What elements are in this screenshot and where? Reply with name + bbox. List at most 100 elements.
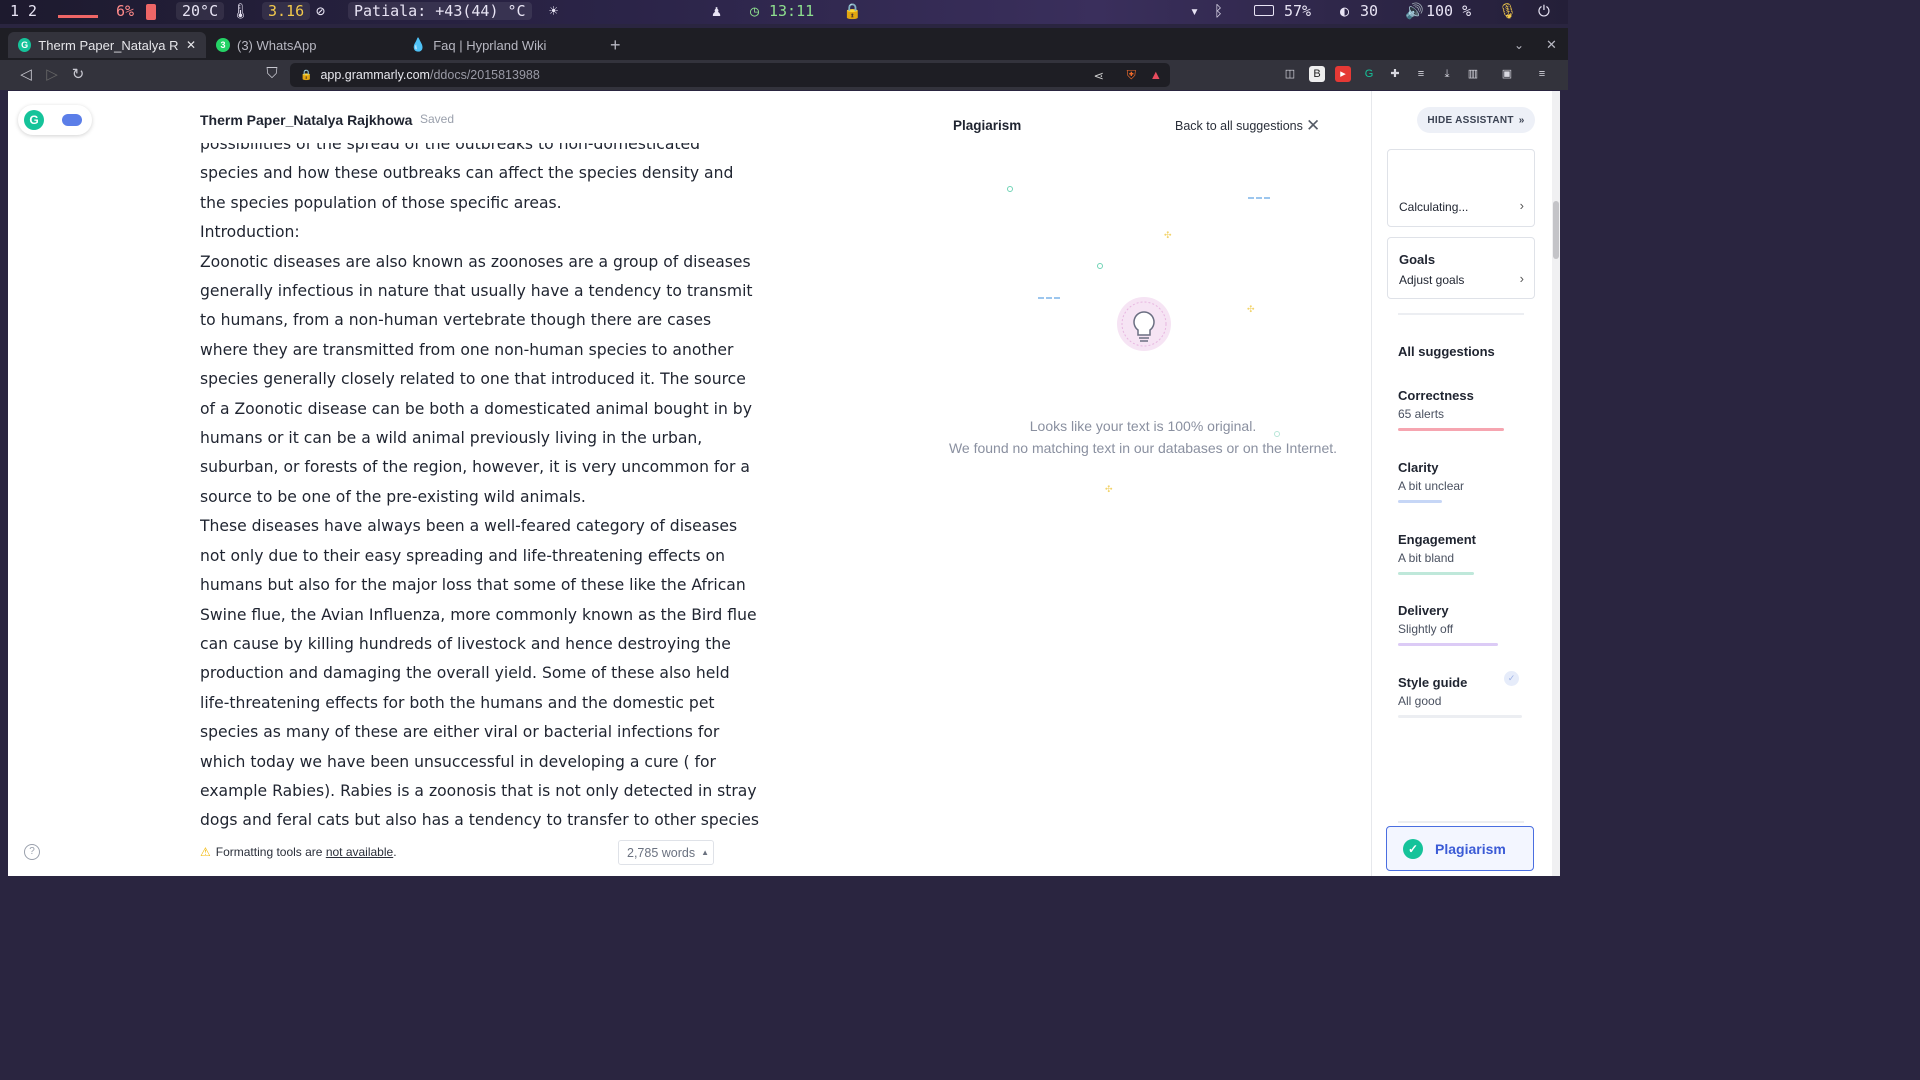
- tab-close-icon[interactable]: ✕: [186, 38, 196, 52]
- clock-time: 13:11: [769, 2, 815, 20]
- category-subtitle: A bit bland: [1398, 551, 1455, 565]
- tab-hyprland-wiki[interactable]: 💧 Faq | Hyprland Wiki: [400, 32, 596, 58]
- system-status-bar: 1 2 6% 20°C 🌡 3.16 ⊘ Patiala: +43(44) °C…: [0, 0, 1568, 24]
- temperature-readout: 20°C: [176, 2, 225, 20]
- workspace-indicator[interactable]: 1 2: [10, 2, 37, 20]
- category-bar: [1398, 715, 1522, 718]
- decoration-dot-icon: [1007, 186, 1013, 192]
- thermometer-icon: 🌡: [231, 2, 251, 20]
- hide-assistant-button[interactable]: HIDE ASSISTANT »: [1417, 107, 1535, 133]
- scrollbar-thumb[interactable]: [1553, 201, 1559, 259]
- goals-subtitle: Adjust goals: [1399, 273, 1465, 287]
- save-status: Saved: [420, 112, 455, 126]
- not-available-link[interactable]: not available: [326, 845, 393, 859]
- category-title: Correctness: [1398, 388, 1474, 403]
- youtube-extension-icon[interactable]: ▸: [1335, 66, 1351, 82]
- new-tab-button[interactable]: +: [600, 32, 631, 58]
- grammarly-extension-icon[interactable]: G: [1361, 66, 1377, 82]
- toggle-switch-icon[interactable]: [62, 114, 82, 126]
- volume-level: 100 %: [1426, 2, 1472, 20]
- menu-icon[interactable]: ≡: [1534, 66, 1550, 82]
- category-correctness[interactable]: Correctness 65 alerts: [1398, 388, 1528, 431]
- window-close-icon[interactable]: ✕: [1536, 32, 1567, 58]
- cpu-usage: 6%: [116, 2, 135, 20]
- reload-icon[interactable]: ↻: [68, 65, 88, 83]
- wifi-icon[interactable]: ▾: [1190, 2, 1199, 20]
- brave-shield-icon[interactable]: ⛨: [1127, 68, 1136, 83]
- page-scrollbar[interactable]: [1552, 91, 1560, 876]
- overall-score-card[interactable]: Calculating... ›: [1387, 149, 1535, 227]
- notice-text: Formatting tools are: [215, 845, 326, 859]
- back-to-suggestions-link[interactable]: Back to all suggestions: [1175, 119, 1303, 133]
- paragraph: These diseases have always been a well-f…: [200, 517, 759, 830]
- extension-icon[interactable]: ◫: [1282, 66, 1298, 82]
- plagiarism-button-label: Plagiarism: [1435, 840, 1506, 857]
- check-icon: ✓: [1504, 671, 1519, 686]
- weather-readout: Patiala: +43(44) °C: [348, 2, 532, 20]
- decoration-dash-icon: [1248, 197, 1270, 199]
- lightbulb-icon: [1116, 296, 1172, 352]
- tab-list-chevron-icon[interactable]: ⌄: [1504, 32, 1534, 58]
- close-icon[interactable]: ✕: [1306, 116, 1320, 136]
- plagiarism-button[interactable]: ✓ Plagiarism: [1386, 826, 1534, 871]
- plagiarism-result-message: Looks like your text is 100% original. W…: [938, 415, 1348, 459]
- grammarly-logo-icon: G: [24, 110, 44, 130]
- puzzle-icon[interactable]: ✚: [1387, 66, 1403, 82]
- address-bar[interactable]: 🔒 app.grammarly.com/ddocs/2015813988 ⋖ ⛨…: [290, 63, 1170, 87]
- tab-whatsapp[interactable]: 3 (3) WhatsApp: [206, 32, 402, 58]
- tab-grammarly[interactable]: G Therm Paper_Natalya Rajk ✕: [8, 32, 206, 58]
- memory-icon: [146, 4, 156, 20]
- droplet-favicon-icon: 💧: [410, 37, 427, 52]
- browser-tab-bar: G Therm Paper_Natalya Rajk ✕ 3 (3) Whats…: [0, 28, 1568, 60]
- grammarly-favicon-icon: G: [18, 38, 32, 52]
- help-icon[interactable]: ?: [24, 844, 40, 860]
- category-subtitle: Slightly off: [1398, 622, 1454, 636]
- paragraph: possibilities of the spread of the outbr…: [200, 143, 734, 212]
- decoration-sparkle-icon: ✣: [1164, 230, 1172, 240]
- plagiarism-panel-title: Plagiarism: [953, 118, 1022, 133]
- power-icon[interactable]: ⏻: [1538, 2, 1550, 20]
- forward-arrow-icon[interactable]: ▷: [42, 65, 62, 83]
- url-path: /ddocs/2015813988: [429, 68, 540, 82]
- volume-icon[interactable]: 🔊: [1405, 2, 1424, 20]
- category-title: Engagement: [1398, 532, 1477, 547]
- chevron-right-icon: ›: [1519, 271, 1524, 286]
- category-bar: [1398, 428, 1504, 431]
- goals-card[interactable]: Goals Adjust goals ›: [1387, 237, 1535, 299]
- document-title[interactable]: Therm Paper_Natalya Rajkhowa: [200, 112, 412, 128]
- document-body[interactable]: possibilities of the spread of the outbr…: [200, 143, 760, 831]
- playlist-icon[interactable]: ≡: [1413, 66, 1429, 82]
- result-line-2: We found no matching text in our databas…: [948, 440, 1338, 456]
- grammarly-toggle[interactable]: G: [18, 105, 92, 135]
- bookmark-icon[interactable]: ⛉: [262, 65, 282, 82]
- back-arrow-icon[interactable]: ◁: [16, 65, 36, 83]
- all-suggestions-link[interactable]: All suggestions: [1398, 344, 1495, 359]
- divider: [1398, 821, 1524, 823]
- sidebar-toggle-icon[interactable]: ▥: [1465, 66, 1481, 82]
- category-style-guide[interactable]: Style guide All good ✓: [1398, 671, 1528, 718]
- divider: [1398, 313, 1524, 315]
- word-count-button[interactable]: 2,785 words ▲: [618, 840, 714, 865]
- paragraph: Zoonotic diseases are also known as zoon…: [200, 252, 753, 506]
- assistant-sidebar: HIDE ASSISTANT » Calculating... › Goals …: [1371, 91, 1560, 876]
- load-average: 3.16: [262, 2, 311, 20]
- battery-level: 57%: [1284, 2, 1312, 20]
- microphone-icon[interactable]: 🎙: [1498, 2, 1517, 20]
- download-icon[interactable]: ⤓: [1439, 66, 1455, 82]
- sun-icon: ☀: [549, 2, 559, 20]
- result-line-1: Looks like your text is 100% original.: [1029, 418, 1257, 434]
- hide-assistant-label: HIDE ASSISTANT: [1427, 114, 1514, 126]
- category-clarity[interactable]: Clarity A bit unclear: [1398, 460, 1528, 503]
- wallet-icon[interactable]: ▣: [1499, 66, 1515, 82]
- share-icon[interactable]: ⋖: [1094, 68, 1104, 83]
- category-subtitle: 65 alerts: [1398, 407, 1445, 421]
- category-bar: [1398, 500, 1442, 503]
- formatting-notice: ⚠ Formatting tools are not available.: [200, 845, 397, 859]
- category-engagement[interactable]: Engagement A bit bland: [1398, 532, 1528, 575]
- lock-icon[interactable]: 🔒: [843, 2, 862, 20]
- brave-rewards-icon[interactable]: ▲: [1150, 68, 1162, 82]
- category-delivery[interactable]: Delivery Slightly off: [1398, 603, 1528, 646]
- extension-b-icon[interactable]: B: [1309, 66, 1325, 82]
- bluetooth-icon[interactable]: ᛒ: [1214, 2, 1223, 20]
- word-count-label: 2,785 words: [627, 845, 696, 860]
